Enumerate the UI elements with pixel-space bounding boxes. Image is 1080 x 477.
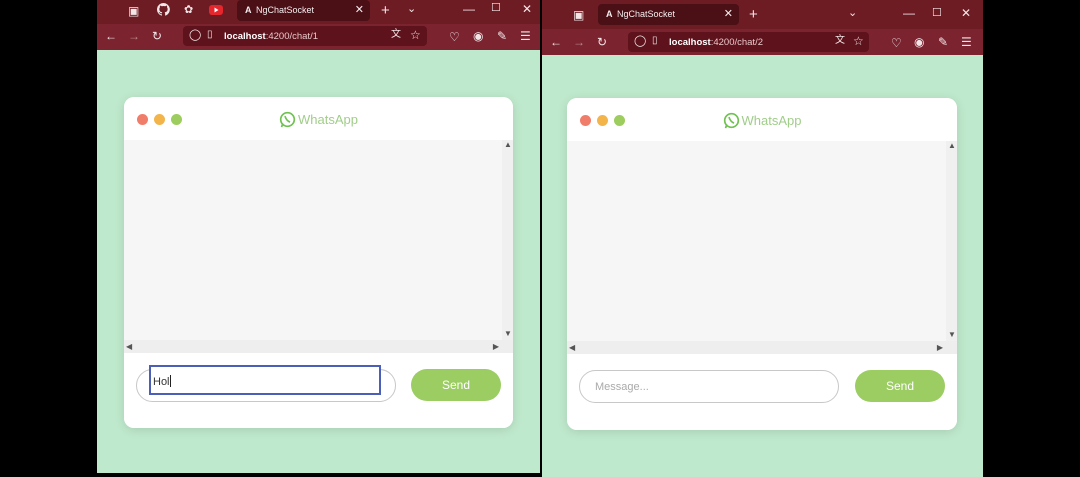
- page-content: WhatsApp ▲ ▼ ◀ ▶ Send: [542, 55, 983, 477]
- extensions-icon[interactable]: ✎: [497, 30, 507, 42]
- vertical-scrollbar[interactable]: ▲ ▼: [502, 140, 513, 340]
- app-title: WhatsApp: [567, 112, 957, 129]
- minimize-icon[interactable]: —: [463, 3, 475, 15]
- reload-icon[interactable]: ↻: [597, 36, 607, 48]
- whatsapp-icon: [279, 111, 296, 128]
- send-button[interactable]: Send: [411, 369, 501, 401]
- angular-icon: A: [606, 9, 613, 19]
- app-title: WhatsApp: [124, 111, 513, 128]
- navigation-bar: ← → ↻ ◯ ▯ localhost:4200/chat/2 文 ☆ ♡ ◉ …: [542, 29, 983, 55]
- compose-bar: Hol Send: [124, 353, 513, 428]
- maximize-icon[interactable]: ☐: [932, 8, 942, 19]
- menu-icon[interactable]: ☰: [520, 30, 531, 42]
- shield-icon[interactable]: ◯: [189, 30, 201, 41]
- browser-window-left: ▣ ✿ A NgChatSocket ✕ + ⌄ — ☐ ✕ ← → ↻ ◯ ▯…: [97, 0, 540, 473]
- close-tab-icon[interactable]: ✕: [724, 7, 733, 20]
- tab-list-icon[interactable]: ▣: [573, 9, 584, 21]
- close-window-icon[interactable]: ✕: [522, 3, 532, 15]
- horizontal-scrollbar[interactable]: ◀ ▶: [124, 340, 513, 353]
- account-icon[interactable]: ◉: [473, 30, 483, 42]
- vertical-scrollbar[interactable]: ▲ ▼: [946, 141, 957, 341]
- translate-icon[interactable]: 文: [835, 36, 845, 46]
- url-bar[interactable]: ◯ ▯ localhost:4200/chat/1 文 ☆: [183, 26, 427, 46]
- tab-bar: ▣ ✿ A NgChatSocket ✕ + ⌄ — ☐ ✕: [97, 0, 540, 24]
- youtube-icon[interactable]: [209, 5, 223, 17]
- input-text: Hol: [153, 376, 170, 388]
- scroll-right-icon[interactable]: ▶: [493, 342, 499, 351]
- forward-icon[interactable]: →: [573, 36, 585, 48]
- url-text: localhost:4200/chat/1: [224, 31, 318, 42]
- tab-title: NgChatSocket: [617, 9, 676, 19]
- url-text: localhost:4200/chat/2: [669, 37, 763, 48]
- close-window-icon[interactable]: ✕: [961, 7, 971, 19]
- page-content: WhatsApp ▲ ▼ ◀ ▶ Hol Send: [97, 50, 540, 473]
- scroll-down-icon[interactable]: ▼: [948, 330, 956, 339]
- message-input[interactable]: [579, 370, 839, 403]
- pocket-icon[interactable]: ♡: [891, 37, 902, 49]
- chat-window: WhatsApp ▲ ▼ ◀ ▶ Send: [567, 98, 957, 430]
- shield-icon[interactable]: ◯: [634, 36, 646, 47]
- tab-bar: ▣ A NgChatSocket ✕ + ⌄ — ☐ ✕: [542, 0, 983, 29]
- whatsapp-icon: [723, 112, 739, 129]
- scroll-left-icon[interactable]: ◀: [569, 343, 575, 352]
- tab-title: NgChatSocket: [256, 5, 315, 15]
- scroll-right-icon[interactable]: ▶: [937, 343, 943, 352]
- scroll-up-icon[interactable]: ▲: [948, 141, 956, 150]
- account-icon[interactable]: ◉: [914, 36, 924, 48]
- scroll-left-icon[interactable]: ◀: [126, 342, 132, 351]
- tab-ngchatsocket[interactable]: A NgChatSocket ✕: [598, 4, 739, 25]
- back-icon[interactable]: ←: [105, 30, 117, 42]
- reload-icon[interactable]: ↻: [152, 30, 162, 42]
- maximize-icon[interactable]: ☐: [491, 3, 501, 14]
- text-caret: [169, 375, 171, 387]
- close-tab-icon[interactable]: ✕: [355, 3, 364, 16]
- translate-icon[interactable]: 文: [391, 30, 401, 40]
- page-icon: ▯: [652, 35, 658, 46]
- tab-ngchatsocket[interactable]: A NgChatSocket ✕: [237, 0, 370, 21]
- extensions-icon[interactable]: ✎: [938, 36, 948, 48]
- minimize-icon[interactable]: —: [903, 7, 915, 19]
- github-icon[interactable]: [156, 2, 170, 18]
- chevron-down-icon[interactable]: ⌄: [407, 4, 416, 15]
- page-icon: ▯: [207, 29, 213, 40]
- tab-list-icon[interactable]: ▣: [128, 5, 139, 17]
- star-icon[interactable]: ☆: [853, 35, 864, 47]
- back-icon[interactable]: ←: [550, 36, 562, 48]
- browser-window-right: ▣ A NgChatSocket ✕ + ⌄ — ☐ ✕ ← → ↻ ◯ ▯ l…: [542, 0, 983, 477]
- send-button[interactable]: Send: [855, 370, 945, 402]
- message-input-focused[interactable]: Hol: [149, 365, 381, 395]
- angular-icon: A: [245, 5, 252, 15]
- forward-icon[interactable]: →: [128, 30, 140, 42]
- chat-window: WhatsApp ▲ ▼ ◀ ▶ Hol Send: [124, 97, 513, 428]
- message-list[interactable]: ▲ ▼ ◀ ▶: [567, 141, 957, 354]
- message-list[interactable]: ▲ ▼ ◀ ▶: [124, 140, 513, 353]
- chat-header: WhatsApp: [567, 98, 957, 141]
- menu-icon[interactable]: ☰: [961, 36, 972, 48]
- navigation-bar: ← → ↻ ◯ ▯ localhost:4200/chat/1 文 ☆ ♡ ◉ …: [97, 24, 540, 50]
- new-tab-icon[interactable]: +: [749, 7, 758, 22]
- chat-header: WhatsApp: [124, 97, 513, 140]
- scroll-up-icon[interactable]: ▲: [504, 140, 512, 149]
- new-tab-icon[interactable]: +: [381, 3, 390, 18]
- compose-bar: Send: [567, 354, 957, 430]
- chevron-down-icon[interactable]: ⌄: [848, 8, 857, 19]
- chatgpt-icon[interactable]: ✿: [184, 5, 193, 16]
- pocket-icon[interactable]: ♡: [449, 31, 460, 43]
- scroll-down-icon[interactable]: ▼: [504, 329, 512, 338]
- horizontal-scrollbar[interactable]: ◀ ▶: [567, 341, 957, 354]
- star-icon[interactable]: ☆: [410, 29, 421, 41]
- url-bar[interactable]: ◯ ▯ localhost:4200/chat/2 文 ☆: [628, 32, 869, 52]
